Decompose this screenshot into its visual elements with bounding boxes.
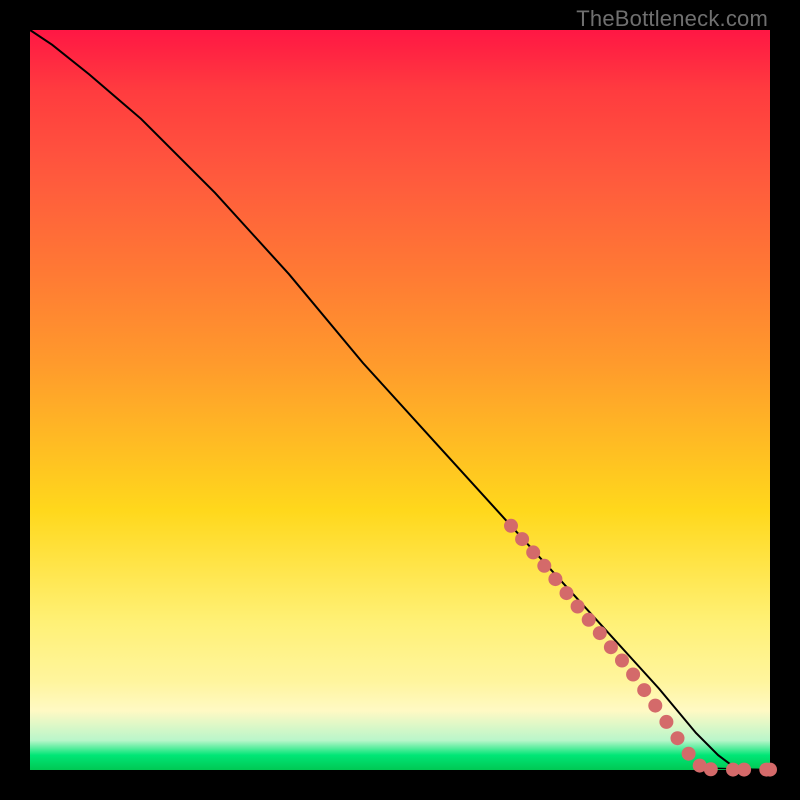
marker-dot: [763, 763, 777, 777]
marker-dot: [615, 654, 629, 668]
marker-dot: [560, 586, 574, 600]
marker-dot: [504, 519, 518, 533]
marker-dot: [515, 532, 529, 546]
chart-svg: [30, 30, 770, 770]
marker-dot: [659, 715, 673, 729]
marker-dot: [548, 572, 562, 586]
marker-dot: [604, 640, 618, 654]
curve-line: [30, 30, 770, 770]
marker-dot: [648, 699, 662, 713]
marker-dot: [637, 683, 651, 697]
marker-dot: [737, 763, 751, 777]
marker-group: [504, 519, 777, 777]
marker-dot: [593, 626, 607, 640]
marker-dot: [704, 762, 718, 776]
marker-dot: [526, 545, 540, 559]
chart-stage: TheBottleneck.com: [0, 0, 800, 800]
marker-dot: [582, 613, 596, 627]
marker-dot: [571, 600, 585, 614]
marker-dot: [626, 668, 640, 682]
marker-dot: [537, 559, 551, 573]
plot-area: [30, 30, 770, 770]
marker-dot: [671, 731, 685, 745]
marker-dot: [682, 747, 696, 761]
watermark-text: TheBottleneck.com: [576, 6, 768, 32]
